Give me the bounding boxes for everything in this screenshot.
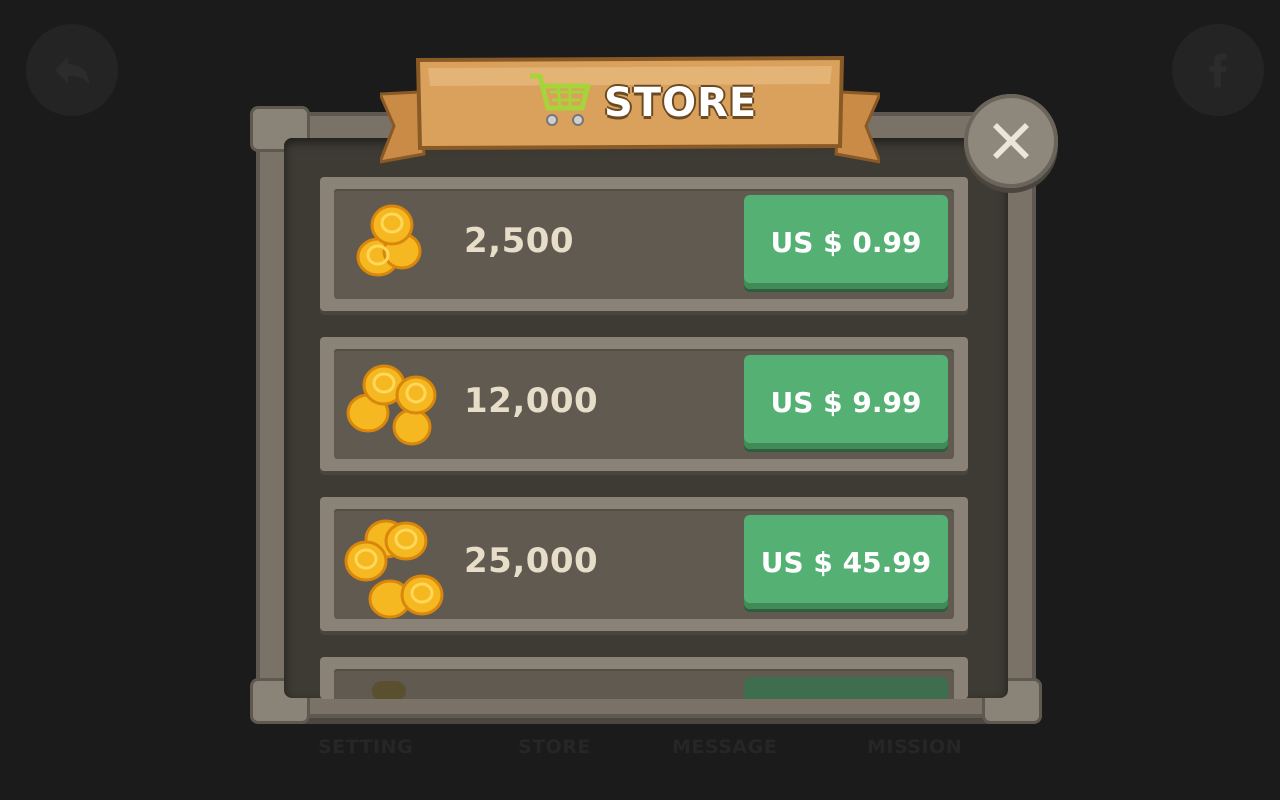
nav-store[interactable]: STORE xyxy=(518,736,591,758)
buy-button[interactable]: US $ 0.99 xyxy=(744,195,948,289)
nav-setting[interactable]: SETTING xyxy=(318,736,413,758)
nav-message[interactable]: MESSAGE xyxy=(672,736,777,758)
coin-amount: 2,500 xyxy=(464,221,575,261)
store-item-row-partial xyxy=(320,657,968,699)
store-item-row: 25,000 US $ 45.99 xyxy=(320,497,968,631)
bottom-nav: SETTING STORE MESSAGE MISSION xyxy=(0,730,1280,766)
store-item-row: 12,000 US $ 9.99 xyxy=(320,337,968,471)
large-coin-stack-icon xyxy=(340,515,444,619)
facebook-button[interactable] xyxy=(1172,24,1264,116)
buy-button[interactable]: US $ 45.99 xyxy=(744,515,948,609)
coin-amount: 12,000 xyxy=(464,381,599,421)
close-button[interactable] xyxy=(964,94,1058,188)
partial-coin-icon xyxy=(372,681,406,699)
back-button[interactable] xyxy=(26,24,118,116)
medium-coin-stack-icon xyxy=(340,355,440,455)
nav-mission[interactable]: MISSION xyxy=(867,736,962,758)
partial-buy-button[interactable] xyxy=(744,677,948,699)
shopping-cart-icon xyxy=(530,73,591,126)
back-arrow-icon xyxy=(54,56,90,86)
coin-amount: 25,000 xyxy=(464,541,599,581)
store-banner: STORE xyxy=(380,54,880,164)
close-icon xyxy=(993,123,1029,159)
small-coin-stack-icon xyxy=(340,195,440,295)
store-title: STORE xyxy=(604,80,758,126)
buy-button[interactable]: US $ 9.99 xyxy=(744,355,948,449)
facebook-icon xyxy=(1209,53,1227,88)
store-item-row: 2,500 US $ 0.99 xyxy=(320,177,968,311)
